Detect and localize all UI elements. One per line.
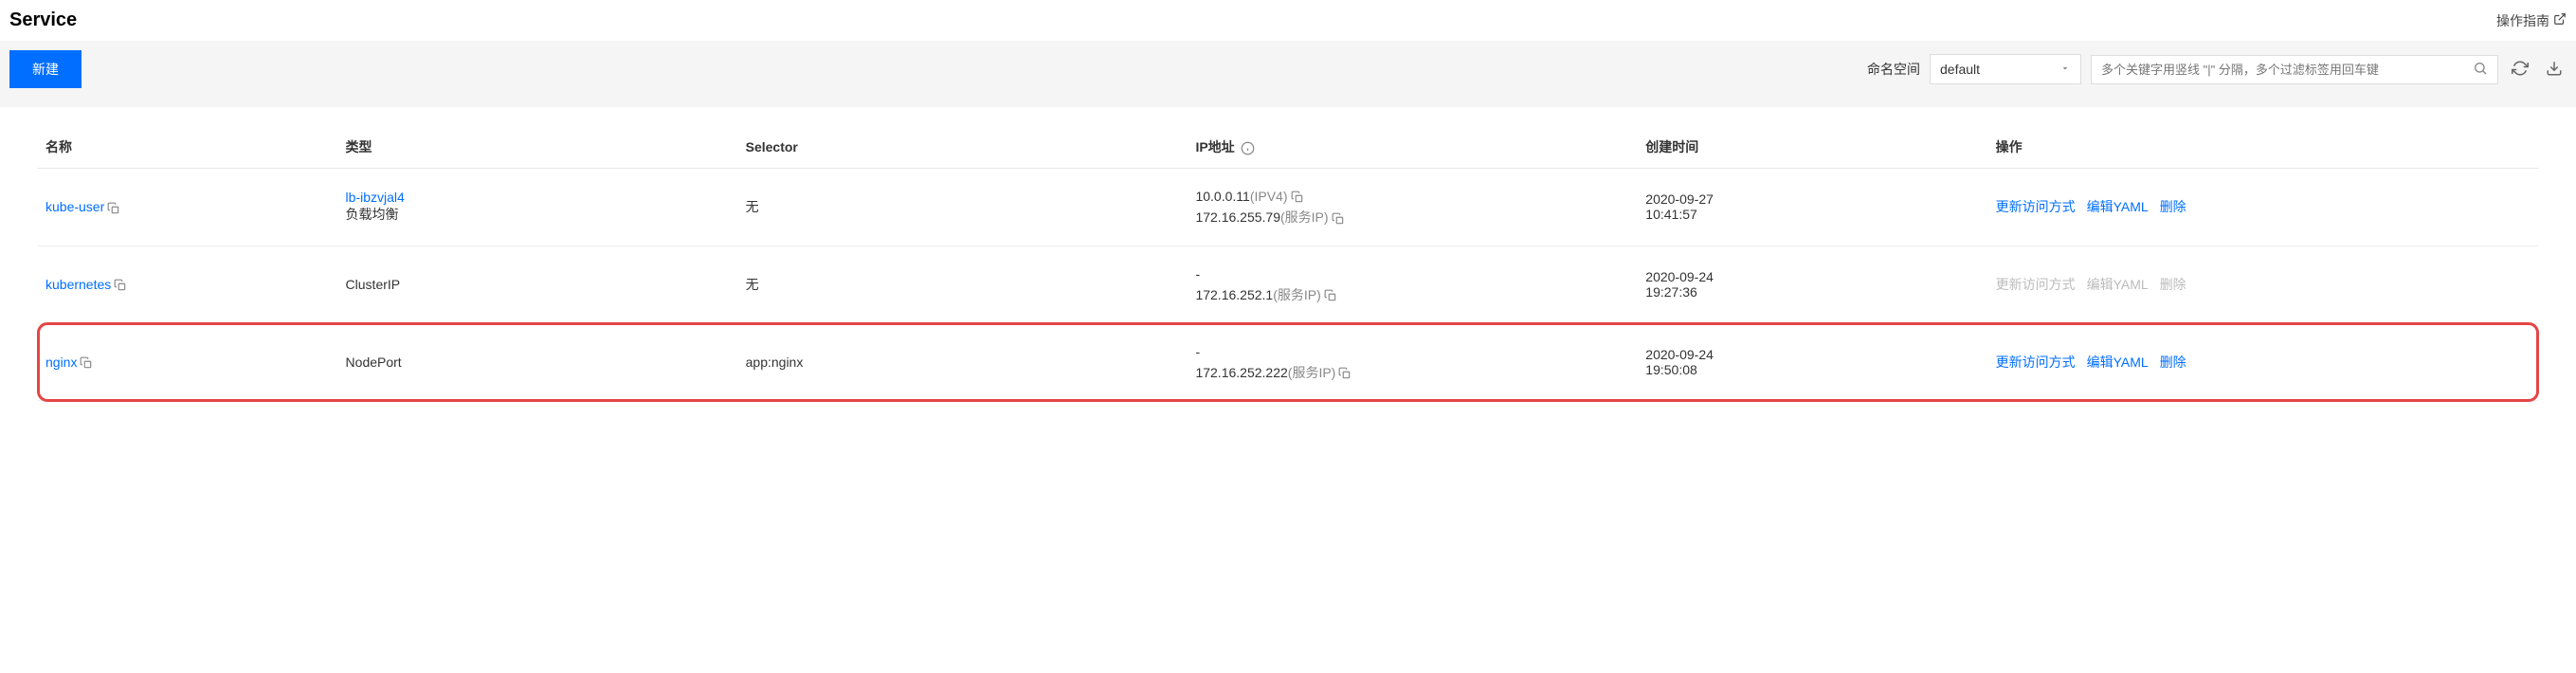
selector-value: 无 (738, 169, 1188, 246)
search-input[interactable] (2092, 56, 2463, 83)
service-table: 名称 类型 Selector IP地址 创建时间 操作 kube-user lb-… (38, 126, 2538, 401)
search-box (2091, 55, 2498, 84)
page-title: Service (9, 9, 77, 31)
ip-line: - (1195, 341, 1630, 362)
copy-icon[interactable] (1338, 367, 1351, 380)
service-name-link[interactable]: kube-user (45, 199, 104, 214)
update-access-link: 更新访问方式 (1996, 277, 2076, 292)
col-header-ip: IP地址 (1188, 126, 1638, 169)
service-type: 负载均衡 (346, 205, 731, 224)
guide-label: 操作指南 (2496, 11, 2549, 30)
copy-icon[interactable] (1332, 212, 1345, 226)
table-row: kube-user lb-ibzvjal4负载均衡无 10.0.0.11(IPV4)… (38, 169, 2538, 246)
copy-icon[interactable] (1324, 289, 1337, 302)
search-icon[interactable] (2463, 61, 2497, 79)
lb-link[interactable]: lb-ibzvjal4 (346, 190, 405, 205)
col-header-type: 类型 (338, 126, 738, 169)
col-header-actions: 操作 (1988, 126, 2538, 169)
ip-line: 10.0.0.11(IPV4) (1195, 186, 1630, 207)
download-button[interactable] (2542, 56, 2567, 83)
selector-value: app:nginx (738, 323, 1188, 401)
copy-icon[interactable] (1291, 191, 1304, 204)
info-icon[interactable] (1241, 141, 1255, 155)
ip-line: - (1195, 264, 1630, 284)
copy-icon[interactable] (114, 279, 127, 292)
edit-yaml-link[interactable]: 编辑YAML (2087, 355, 2149, 370)
col-header-name: 名称 (38, 126, 338, 169)
edit-yaml-link[interactable]: 编辑YAML (2087, 199, 2149, 214)
service-type: NodePort (346, 355, 731, 370)
created-time: 2020-09-2419:27:36 (1638, 246, 1987, 323)
ip-line: 172.16.255.79(服务IP) (1195, 207, 1630, 227)
update-access-link[interactable]: 更新访问方式 (1996, 355, 2076, 370)
copy-icon[interactable] (107, 202, 120, 215)
ip-line: 172.16.252.1(服务IP) (1195, 284, 1630, 305)
created-time: 2020-09-2710:41:57 (1638, 169, 1987, 246)
col-header-selector: Selector (738, 126, 1188, 169)
copy-icon[interactable] (80, 356, 93, 370)
col-header-created: 创建时间 (1638, 126, 1987, 169)
namespace-select[interactable]: default (1930, 54, 2081, 84)
service-name-link[interactable]: nginx (45, 355, 77, 370)
created-time: 2020-09-2419:50:08 (1638, 323, 1987, 401)
delete-link: 删除 (2160, 277, 2186, 292)
delete-link[interactable]: 删除 (2160, 199, 2186, 214)
namespace-label: 命名空间 (1867, 60, 1920, 79)
create-button[interactable]: 新建 (9, 50, 82, 88)
table-row: nginx NodePort app:nginx-172.16.252.222(服务… (38, 323, 2538, 401)
edit-yaml-link: 编辑YAML (2087, 277, 2149, 292)
service-type: ClusterIP (346, 277, 731, 292)
external-link-icon (2553, 12, 2567, 28)
service-name-link[interactable]: kubernetes (45, 277, 111, 292)
delete-link[interactable]: 删除 (2160, 355, 2186, 370)
operation-guide-link[interactable]: 操作指南 (2496, 11, 2567, 30)
refresh-button[interactable] (2508, 56, 2532, 83)
chevron-down-icon (2059, 62, 2071, 77)
namespace-value: default (1940, 62, 1980, 77)
table-row: kubernetes ClusterIP 无-172.16.252.1(服务IP) 2… (38, 246, 2538, 323)
ip-line: 172.16.252.222(服务IP) (1195, 362, 1630, 383)
selector-value: 无 (738, 246, 1188, 323)
update-access-link[interactable]: 更新访问方式 (1996, 199, 2076, 214)
